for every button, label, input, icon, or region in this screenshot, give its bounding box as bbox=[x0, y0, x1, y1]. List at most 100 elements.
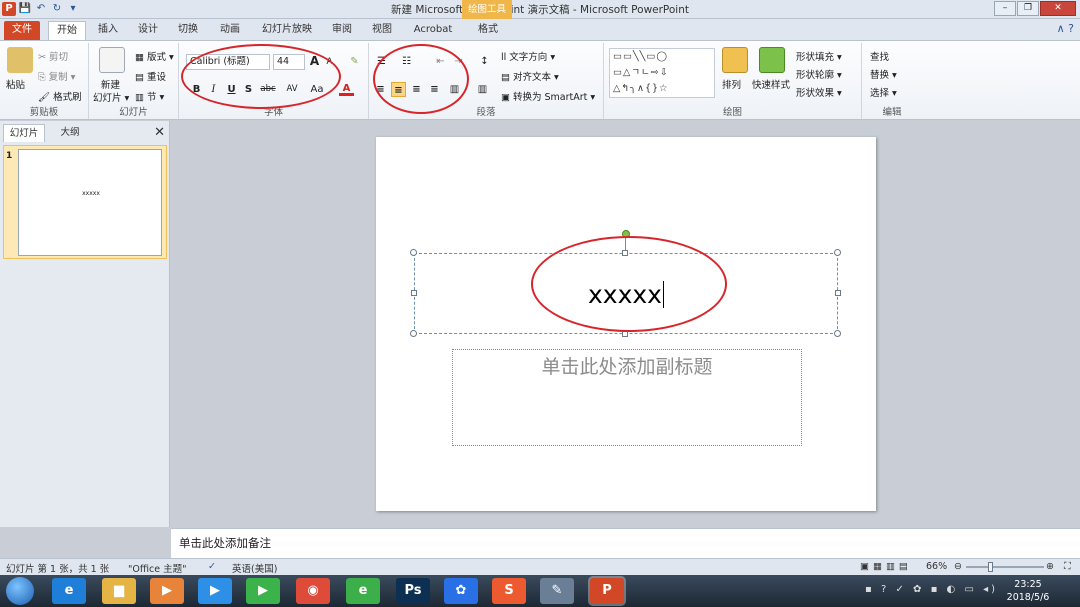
quick-styles-icon[interactable] bbox=[759, 47, 785, 73]
increase-indent-icon[interactable]: ⇥ bbox=[451, 54, 466, 69]
font-color-icon[interactable]: A bbox=[339, 81, 354, 96]
tab-review[interactable]: 审阅 bbox=[326, 21, 358, 40]
zoom-out-icon[interactable]: ⊖ bbox=[954, 561, 962, 572]
convert-smartart-button[interactable]: ▣ 转换为 SmartArt ▾ bbox=[501, 89, 595, 103]
taskbar-baidu-icon[interactable]: ✿ bbox=[444, 578, 478, 604]
decrease-indent-icon[interactable]: ⇤ bbox=[433, 54, 448, 69]
help-icon[interactable]: ∧ ? bbox=[1057, 22, 1074, 35]
clock[interactable]: 23:25 2018/5/6 bbox=[1004, 578, 1052, 604]
tab-slides[interactable]: 幻灯片 bbox=[3, 124, 45, 142]
align-left-icon[interactable]: ≡ bbox=[373, 82, 388, 97]
font-size-combo[interactable]: 44 bbox=[273, 54, 305, 70]
reset-button[interactable]: ▤ 重设 bbox=[135, 69, 166, 83]
shape-fill-button[interactable]: 形状填充 ▾ bbox=[796, 49, 842, 63]
quick-styles-button[interactable]: 快速样式 bbox=[752, 77, 790, 91]
resize-handle-bl[interactable] bbox=[410, 330, 417, 337]
align-right-icon[interactable]: ≡ bbox=[409, 82, 424, 97]
tab-file[interactable]: 文件 bbox=[4, 21, 40, 40]
section-button[interactable]: ▥ 节 ▾ bbox=[135, 89, 164, 103]
rotation-handle[interactable] bbox=[622, 230, 630, 238]
select-button[interactable]: 选择 ▾ bbox=[870, 85, 897, 99]
resize-handle-tr[interactable] bbox=[834, 249, 841, 256]
new-slide-dropdown[interactable]: 幻灯片 ▾ bbox=[93, 90, 129, 104]
tab-view[interactable]: 视图 bbox=[366, 21, 398, 40]
tab-home[interactable]: 开始 bbox=[48, 21, 86, 40]
taskbar-player2-icon[interactable]: ▶ bbox=[246, 578, 280, 604]
taskbar-photoshop-icon[interactable]: Ps bbox=[396, 578, 430, 604]
slide-thumbnail[interactable]: xxxxx bbox=[18, 149, 162, 256]
align-text-button[interactable]: ▤ 对齐文本 ▾ bbox=[501, 69, 559, 83]
taskbar-video-icon[interactable]: ▶ bbox=[150, 578, 184, 604]
tab-slideshow[interactable]: 幻灯片放映 bbox=[258, 21, 316, 40]
tab-format[interactable]: 格式 bbox=[470, 21, 506, 40]
bold-icon[interactable]: B bbox=[189, 82, 204, 97]
tab-animations[interactable]: 动画 bbox=[214, 21, 246, 40]
maximize-button[interactable]: ❐ bbox=[1017, 1, 1039, 16]
shape-outline-button[interactable]: 形状轮廓 ▾ bbox=[796, 67, 842, 81]
zoom-in-icon[interactable]: ⊕ bbox=[1046, 561, 1054, 572]
close-panel-icon[interactable]: ✕ bbox=[154, 125, 165, 140]
taskbar-paint-icon[interactable]: ✎ bbox=[540, 578, 574, 604]
language-indicator[interactable]: 英语(美国) bbox=[232, 561, 277, 575]
arrange-icon[interactable] bbox=[722, 47, 748, 73]
line-spacing-icon[interactable]: ↕ bbox=[477, 54, 492, 69]
taskbar-browser-icon[interactable]: e bbox=[346, 578, 380, 604]
new-slide-icon[interactable] bbox=[99, 47, 125, 73]
columns-icon[interactable]: ▥ bbox=[475, 82, 490, 97]
paste-button[interactable]: 粘贴 bbox=[6, 77, 25, 91]
minimize-button[interactable]: – bbox=[994, 1, 1016, 16]
zoom-level[interactable]: 66% bbox=[926, 561, 947, 572]
paste-icon[interactable] bbox=[7, 47, 33, 73]
spellcheck-icon[interactable]: ✓ bbox=[208, 561, 216, 572]
align-center-icon[interactable]: ≡ bbox=[391, 82, 406, 97]
shapes-gallery[interactable]: ▭▭╲╲▭◯ ▭△ㄱㄴ⇨⇩ △↰╮∧{}☆ bbox=[609, 48, 715, 98]
tab-insert[interactable]: 插入 bbox=[92, 21, 124, 40]
cut-button[interactable]: ✂ 剪切 bbox=[38, 49, 68, 63]
text-shadow-icon[interactable]: S bbox=[241, 82, 256, 97]
tray-icons[interactable]: ▪ ? ✓ ✿ ▪ ◐ ▭ ◂) bbox=[838, 584, 998, 595]
bullets-icon[interactable]: ☰ bbox=[374, 54, 389, 69]
shape-effects-button[interactable]: 形状效果 ▾ bbox=[796, 85, 842, 99]
taskbar-powerpoint-icon[interactable]: P bbox=[590, 578, 624, 604]
notes-pane[interactable]: 单击此处添加备注 bbox=[171, 528, 1080, 558]
taskbar-player-icon[interactable]: ▶ bbox=[198, 578, 232, 604]
tab-design[interactable]: 设计 bbox=[132, 21, 164, 40]
clear-formatting-icon[interactable]: ✎ bbox=[347, 54, 362, 69]
distributed-align-icon[interactable]: ▥ bbox=[447, 82, 462, 97]
zoom-slider[interactable] bbox=[966, 566, 1044, 568]
start-button[interactable] bbox=[6, 577, 34, 605]
view-buttons[interactable]: ▣▦▥▤ bbox=[860, 561, 912, 572]
layout-button[interactable]: ▦ 版式 ▾ bbox=[135, 49, 174, 63]
taskbar-ie-icon[interactable]: e bbox=[52, 578, 86, 604]
resize-handle-tl[interactable] bbox=[410, 249, 417, 256]
close-button[interactable]: ✕ bbox=[1040, 1, 1076, 16]
taskbar-sogou-icon[interactable]: S bbox=[492, 578, 526, 604]
underline-icon[interactable]: U bbox=[224, 82, 239, 97]
shrink-font-icon[interactable]: A bbox=[322, 55, 337, 70]
replace-button[interactable]: 替换 ▾ bbox=[870, 67, 897, 81]
taskbar-chrome-icon[interactable]: ◉ bbox=[296, 578, 330, 604]
taskbar-explorer-icon[interactable]: ▆ bbox=[102, 578, 136, 604]
grow-font-icon[interactable]: A bbox=[307, 54, 322, 69]
fit-slide-icon[interactable]: ⛶ bbox=[1064, 561, 1071, 572]
text-direction-button[interactable]: ll 文字方向 ▾ bbox=[501, 49, 555, 63]
tab-transitions[interactable]: 切换 bbox=[172, 21, 204, 40]
font-name-combo[interactable]: Calibri (标题) bbox=[186, 54, 270, 70]
change-case-icon[interactable]: Aa bbox=[307, 82, 327, 97]
strikethrough-icon[interactable]: abc bbox=[258, 82, 278, 97]
numbering-icon[interactable]: ☷ bbox=[399, 54, 414, 69]
tab-acrobat[interactable]: Acrobat bbox=[408, 21, 458, 40]
resize-handle-t[interactable] bbox=[622, 250, 628, 256]
resize-handle-b[interactable] bbox=[622, 331, 628, 337]
character-spacing-icon[interactable]: AV bbox=[282, 82, 302, 97]
zoom-slider-thumb[interactable] bbox=[988, 562, 993, 572]
new-slide-button[interactable]: 新建 bbox=[101, 77, 120, 91]
arrange-button[interactable]: 排列 bbox=[722, 77, 741, 91]
italic-icon[interactable]: I bbox=[206, 82, 221, 97]
copy-button[interactable]: ⎘ 复制 ▾ bbox=[38, 69, 75, 83]
justify-icon[interactable]: ≡ bbox=[427, 82, 442, 97]
resize-handle-br[interactable] bbox=[834, 330, 841, 337]
slide-title-text[interactable]: xxxxx bbox=[414, 280, 838, 310]
find-button[interactable]: 查找 bbox=[870, 49, 889, 63]
tab-outline[interactable]: 大纲 bbox=[50, 124, 90, 142]
